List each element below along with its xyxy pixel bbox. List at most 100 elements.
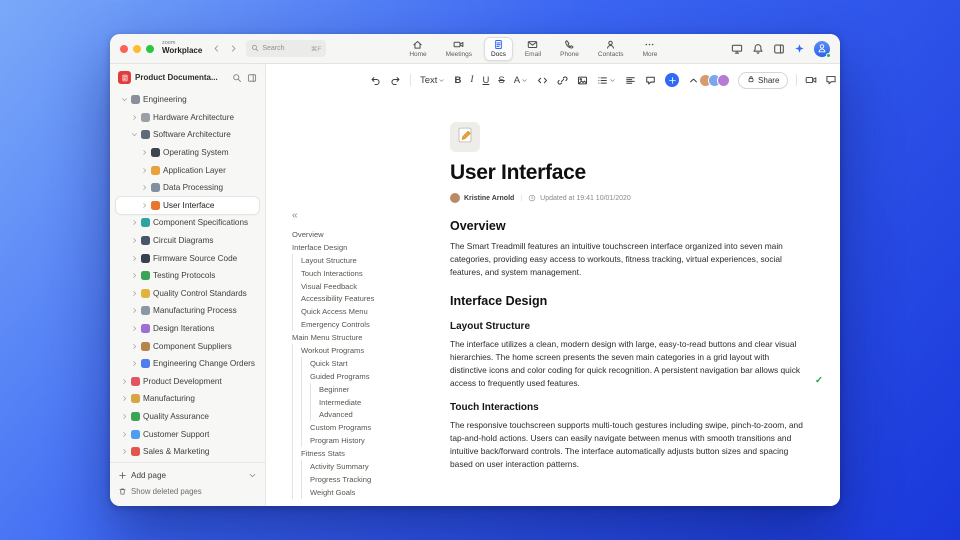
- sidebar-item-component-suppliers[interactable]: Component Suppliers: [116, 337, 259, 355]
- outline-item-custom-programs[interactable]: Custom Programs: [288, 421, 424, 435]
- bullet-list-button[interactable]: [597, 75, 616, 86]
- outline-item-layout-structure[interactable]: Layout Structure: [288, 253, 424, 267]
- outline-item-fitness-stats[interactable]: Fitness Stats: [288, 447, 424, 461]
- link-button[interactable]: [557, 75, 568, 86]
- align-button[interactable]: [625, 75, 636, 86]
- ai-companion-icon[interactable]: [794, 43, 805, 54]
- document-page[interactable]: User Interface Kristine Arnold | Updated…: [424, 96, 840, 506]
- forward-icon[interactable]: [229, 44, 238, 53]
- doc-paragraph[interactable]: The interface utilizes a clean, modern d…: [450, 338, 823, 389]
- show-deleted-pages-button[interactable]: Show deleted pages: [118, 483, 257, 499]
- chevron-right-icon[interactable]: [130, 237, 138, 244]
- collapse-toolbar-button[interactable]: [688, 75, 699, 86]
- image-button[interactable]: [577, 75, 588, 86]
- chevron-right-icon[interactable]: [140, 167, 148, 174]
- outline-item-emergency-controls[interactable]: Emergency Controls: [288, 318, 424, 332]
- sidebar-item-engineering[interactable]: Engineering: [116, 91, 259, 109]
- collapse-sidebar-icon[interactable]: [247, 73, 257, 83]
- maximize-window-button[interactable]: [146, 44, 154, 53]
- collaborator-avatar[interactable]: [717, 73, 731, 87]
- sidebar-item-software-architecture[interactable]: Software Architecture: [116, 126, 259, 144]
- share-button[interactable]: Share: [738, 71, 789, 89]
- comment-button[interactable]: [645, 75, 656, 86]
- tab-meetings[interactable]: Meetings: [439, 37, 479, 61]
- undo-button[interactable]: [370, 75, 381, 86]
- sidebar-item-hardware-architecture[interactable]: Hardware Architecture: [116, 109, 259, 127]
- start-video-icon[interactable]: [805, 74, 817, 86]
- chevron-right-icon[interactable]: [130, 325, 138, 332]
- chevron-down-icon[interactable]: [130, 131, 138, 138]
- chevron-right-icon[interactable]: [130, 360, 138, 367]
- tab-home[interactable]: Home: [402, 37, 433, 61]
- sidebar-item-design-iterations[interactable]: Design Iterations: [116, 320, 259, 338]
- collaborator-avatars[interactable]: [699, 73, 731, 87]
- sidebar-item-firmware-source-code[interactable]: Firmware Source Code: [116, 249, 259, 267]
- notifications-icon[interactable]: [752, 43, 764, 55]
- sidebar-search-icon[interactable]: [232, 73, 242, 83]
- devices-icon[interactable]: [731, 43, 743, 55]
- global-search-input[interactable]: Search ⌘F: [246, 40, 327, 57]
- tab-docs[interactable]: Docs: [484, 36, 513, 61]
- outline-item-progress-tracking[interactable]: Progress Tracking: [288, 472, 424, 486]
- chevron-right-icon[interactable]: [130, 307, 138, 314]
- outline-item-main-menu-structure[interactable]: Main Menu Structure: [288, 331, 424, 344]
- chevron-right-icon[interactable]: [130, 255, 138, 262]
- chevron-right-icon[interactable]: [130, 272, 138, 279]
- chevron-right-icon[interactable]: [120, 378, 128, 385]
- bold-button[interactable]: B: [454, 75, 461, 86]
- outline-item-guided-programs[interactable]: Guided Programs: [288, 369, 424, 383]
- redo-button[interactable]: [390, 75, 401, 86]
- collapse-outline-button[interactable]: «: [288, 210, 424, 221]
- outline-item-visual-feedback[interactable]: Visual Feedback: [288, 279, 424, 293]
- chevron-right-icon[interactable]: [140, 202, 148, 209]
- doc-heading[interactable]: Layout Structure: [450, 321, 806, 332]
- outline-item-overview[interactable]: Overview: [288, 228, 424, 241]
- user-avatar[interactable]: [814, 40, 831, 58]
- code-button[interactable]: [537, 75, 548, 86]
- sidebar-item-data-processing[interactable]: Data Processing: [116, 179, 259, 197]
- outline-item-beginner[interactable]: Beginner: [288, 382, 424, 396]
- outline-item-weight-goals[interactable]: Weight Goals: [288, 485, 424, 499]
- page-emoji-icon[interactable]: [450, 122, 480, 152]
- page-title[interactable]: User Interface: [450, 161, 806, 185]
- workspace-name[interactable]: Product Documenta...: [135, 73, 228, 82]
- layout-panel-icon[interactable]: [773, 43, 785, 55]
- sidebar-item-operating-system[interactable]: Operating System: [116, 144, 259, 162]
- sidebar-item-user-interface[interactable]: User Interface: [116, 196, 259, 215]
- tab-email[interactable]: Email: [518, 37, 548, 61]
- sidebar-item-quality-control-standards[interactable]: Quality Control Standards: [116, 285, 259, 303]
- close-window-button[interactable]: [120, 44, 128, 53]
- text-color-button[interactable]: A: [514, 75, 528, 86]
- text-style-button[interactable]: Text: [420, 75, 445, 86]
- insert-button[interactable]: [665, 73, 680, 87]
- doc-heading[interactable]: Overview: [450, 219, 806, 233]
- sidebar-item-customer-support[interactable]: Customer Support: [116, 425, 259, 443]
- outline-item-accessibility-features[interactable]: Accessibility Features: [288, 292, 424, 306]
- chevron-right-icon[interactable]: [130, 290, 138, 297]
- chevron-down-icon[interactable]: [248, 471, 257, 480]
- tab-contacts[interactable]: Contacts: [591, 37, 631, 61]
- sidebar-item-manufacturing[interactable]: Manufacturing: [116, 390, 259, 408]
- outline-item-program-history[interactable]: Program History: [288, 434, 424, 448]
- chevron-right-icon[interactable]: [120, 431, 128, 438]
- sidebar-item-application-layer[interactable]: Application Layer: [116, 161, 259, 179]
- doc-paragraph[interactable]: The responsive touchscreen supports mult…: [450, 419, 806, 470]
- doc-paragraph[interactable]: The Smart Treadmill features an intuitiv…: [450, 240, 806, 278]
- sidebar-item-product-development[interactable]: Product Development: [116, 373, 259, 391]
- chevron-right-icon[interactable]: [120, 448, 128, 455]
- sidebar-item-testing-protocols[interactable]: Testing Protocols: [116, 267, 259, 285]
- sidebar-item-circuit-diagrams[interactable]: Circuit Diagrams: [116, 232, 259, 250]
- outline-item-activity-summary[interactable]: Activity Summary: [288, 460, 424, 473]
- outline-item-interface-design[interactable]: Interface Design: [288, 241, 424, 254]
- sidebar-item-manufacturing-process[interactable]: Manufacturing Process: [116, 302, 259, 320]
- sidebar-item-engineering-change-orders[interactable]: Engineering Change Orders: [116, 355, 259, 373]
- outline-item-workout-programs[interactable]: Workout Programs: [288, 344, 424, 357]
- italic-button[interactable]: I: [470, 75, 473, 85]
- minimize-window-button[interactable]: [133, 44, 141, 53]
- chevron-right-icon[interactable]: [120, 413, 128, 420]
- underline-button[interactable]: U: [482, 75, 489, 86]
- outline-item-advanced[interactable]: Advanced: [288, 408, 424, 422]
- tab-phone[interactable]: Phone: [553, 37, 586, 61]
- doc-heading[interactable]: Touch Interactions: [450, 402, 806, 413]
- chevron-right-icon[interactable]: [130, 114, 138, 121]
